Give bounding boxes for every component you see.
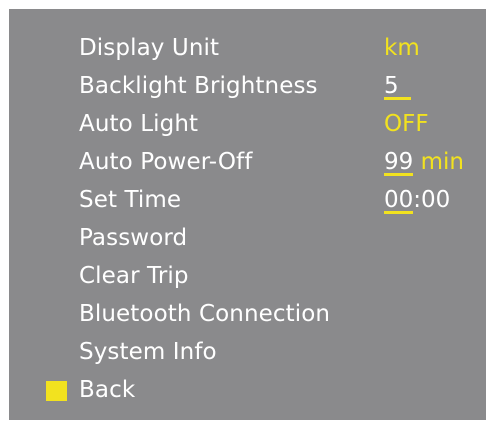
display-unit-value: km	[384, 35, 420, 61]
menu-item-password[interactable]: Password	[9, 220, 486, 256]
menu-item-label: Backlight Brightness	[79, 73, 318, 99]
menu-item-back[interactable]: Back	[9, 372, 486, 408]
menu-item-label: Password	[79, 225, 188, 251]
auto-power-off-unit: min	[420, 149, 464, 175]
menu-item-auto-light[interactable]: Auto Light OFF	[9, 106, 486, 142]
menu-item-bluetooth-connection[interactable]: Bluetooth Connection	[9, 296, 486, 332]
set-time-value: 00:00	[384, 182, 450, 218]
menu-item-label: Display Unit	[79, 35, 220, 61]
auto-power-off-edit-field: 99	[384, 144, 414, 180]
settings-screen: Display Unit km Backlight Brightness 5 A…	[9, 9, 486, 420]
set-time-minutes: :00	[413, 187, 451, 213]
auto-light-value: OFF	[384, 111, 429, 137]
menu-item-label: Auto Light	[79, 111, 199, 137]
menu-item-label: Set Time	[79, 187, 182, 213]
menu-item-backlight-brightness[interactable]: Backlight Brightness 5	[9, 68, 486, 104]
backlight-brightness-value: 5	[384, 68, 411, 104]
menu-item-auto-power-off[interactable]: Auto Power-Off 99 min	[9, 144, 486, 180]
menu-item-set-time[interactable]: Set Time 00:00	[9, 182, 486, 218]
menu-item-label: System Info	[79, 339, 217, 365]
menu-item-label: Bluetooth Connection	[79, 301, 331, 327]
menu-item-system-info[interactable]: System Info	[9, 334, 486, 370]
auto-power-off-value: 99 min	[384, 144, 464, 180]
selection-cursor-icon	[46, 381, 67, 401]
menu-item-label: Clear Trip	[79, 263, 189, 289]
menu-item-label: Auto Power-Off	[79, 149, 253, 175]
menu-item-label: Back	[79, 377, 136, 403]
menu-item-clear-trip[interactable]: Clear Trip	[9, 258, 486, 294]
menu-item-display-unit[interactable]: Display Unit km	[9, 30, 486, 66]
set-time-hours-edit-field: 00	[384, 182, 414, 218]
backlight-brightness-edit-field: 5	[384, 68, 411, 104]
